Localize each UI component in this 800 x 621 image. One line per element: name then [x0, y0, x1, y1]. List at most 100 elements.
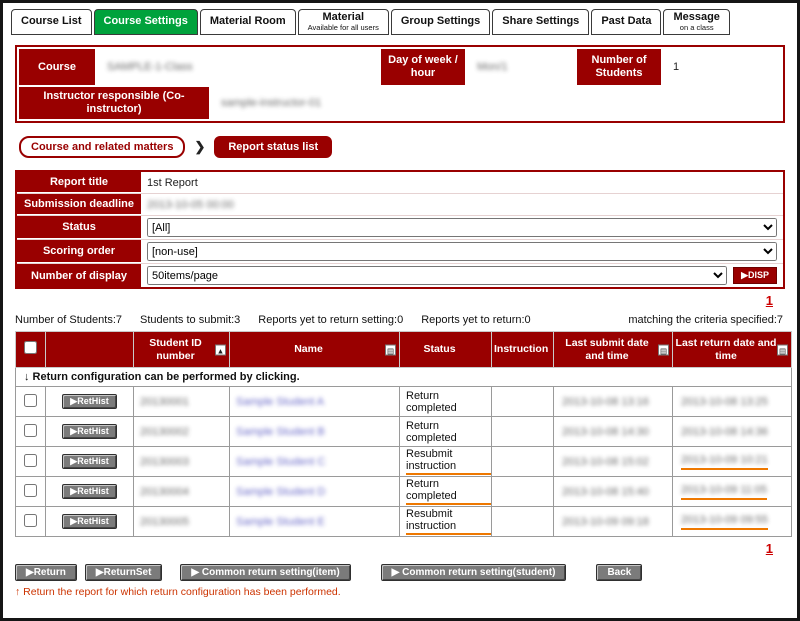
rethist-button[interactable]: ▶RetHist — [62, 394, 116, 409]
row-checkbox[interactable] — [24, 394, 37, 407]
row-checkbox-cell — [16, 477, 46, 507]
report-status-list-button[interactable]: Report status list — [214, 136, 332, 158]
header-name[interactable]: Name▤ — [230, 332, 400, 368]
return-footnote: ↑ Return the report for which return con… — [15, 586, 797, 598]
tab-label: Group Settings — [401, 16, 480, 28]
instructor-value: sample-instructor-01 — [221, 97, 321, 109]
instruction-cell — [492, 477, 554, 507]
row-checkbox[interactable] — [24, 424, 37, 437]
tab-past-data[interactable]: Past Data — [591, 9, 661, 35]
header-last-return[interactable]: Last return date and time▤ — [673, 332, 792, 368]
page-link[interactable]: 1 — [766, 293, 773, 308]
last-return-cell: 2013-10-09 09:55 — [673, 507, 792, 537]
report-status-table: Student ID number▲ Name▤ Status Instruct… — [15, 331, 792, 537]
status-cell[interactable]: Return completed — [400, 387, 492, 417]
status-cell[interactable]: Return completed — [400, 417, 492, 447]
last-return-cell: 2013-10-09 10:21 — [673, 447, 792, 477]
name-cell: Sample Student B — [230, 417, 400, 447]
student-id-cell: 20130003 — [134, 447, 230, 477]
student-name-link[interactable]: Sample Student C — [236, 456, 325, 468]
last-return-cell: 2013-10-08 14:36 — [673, 417, 792, 447]
sort-icon[interactable]: ▤ — [385, 344, 396, 355]
summary-yet-return-setting: Reports yet to return setting:0 — [258, 314, 403, 326]
common-return-setting-student-button[interactable]: ▶ Common return setting(student) — [381, 564, 567, 581]
name-cell: Sample Student D — [230, 477, 400, 507]
row-checkbox-cell — [16, 507, 46, 537]
rethist-button[interactable]: ▶RetHist — [62, 484, 116, 499]
tab-message[interactable]: Message on a class — [663, 9, 729, 35]
status-text: Return completed — [406, 390, 457, 414]
page-link[interactable]: 1 — [766, 541, 773, 556]
rethist-button[interactable]: ▶RetHist — [62, 454, 116, 469]
status-cell[interactable]: Resubmit instruction — [400, 507, 492, 537]
breadcrumb: Course and related matters ❯ Report stat… — [19, 136, 797, 158]
number-of-students-label: Number of Students — [577, 49, 661, 85]
student-name-link[interactable]: Sample Student A — [236, 396, 324, 408]
last-return-text: 2013-10-08 13:25 — [681, 396, 768, 408]
table-row: ▶RetHist 20130001 Sample Student A Retur… — [16, 387, 792, 417]
rethist-button[interactable]: ▶RetHist — [62, 424, 116, 439]
student-name-link[interactable]: Sample Student B — [236, 426, 325, 438]
scoring-order-cell: [non-use] — [141, 240, 783, 263]
header-status: Status — [400, 332, 492, 368]
tab-material[interactable]: Material Available for all users — [298, 9, 389, 35]
common-return-setting-item-button[interactable]: ▶ Common return setting(item) — [180, 564, 350, 581]
status-cell[interactable]: Return completed — [400, 477, 492, 507]
course-value: SAMPLE-1-Class — [107, 61, 193, 73]
student-id: 20130002 — [140, 426, 189, 438]
status-filter-row: Status [All] — [17, 216, 783, 240]
student-id: 20130004 — [140, 486, 189, 498]
status-text: Return completed — [406, 420, 457, 444]
header-student-id[interactable]: Student ID number▲ — [134, 332, 230, 368]
instructor-label: Instructor responsible (Co-instructor) — [19, 87, 209, 119]
course-related-matters-button[interactable]: Course and related matters — [19, 136, 185, 158]
course-info-box: Course SAMPLE-1-Class Day of week / hour… — [15, 45, 785, 123]
header-last-return-label: Last return date and time — [676, 337, 777, 362]
tab-course-settings[interactable]: Course Settings — [94, 9, 198, 35]
row-checkbox[interactable] — [24, 484, 37, 497]
disp-button[interactable]: ▶DISP — [733, 267, 777, 284]
summary-students-to-submit: Students to submit:3 — [140, 314, 240, 326]
name-cell: Sample Student C — [230, 447, 400, 477]
header-last-submit[interactable]: Last submit date and time ▤ — [554, 332, 673, 368]
returnset-button[interactable]: ▶ReturnSet — [85, 564, 162, 581]
rethist-cell: ▶RetHist — [46, 477, 134, 507]
sort-asc-icon[interactable]: ▲ — [215, 344, 226, 355]
summary-yet-return: Reports yet to return:0 — [421, 314, 530, 326]
status-cell[interactable]: Resubmit instruction — [400, 447, 492, 477]
summary-matching-criteria: matching the criteria specified:7 — [628, 314, 783, 326]
row-checkbox[interactable] — [24, 514, 37, 527]
return-config-note: ↓ Return configuration can be performed … — [16, 368, 792, 387]
row-checkbox[interactable] — [24, 454, 37, 467]
student-name-link[interactable]: Sample Student D — [236, 486, 325, 498]
tab-material-room[interactable]: Material Room — [200, 9, 296, 35]
sort-icon[interactable]: ▤ — [777, 344, 788, 355]
table-header-row: Student ID number▲ Name▤ Status Instruct… — [16, 332, 792, 368]
name-cell: Sample Student A — [230, 387, 400, 417]
submission-deadline-label: Submission deadline — [17, 194, 141, 215]
status-select[interactable]: [All] — [147, 218, 777, 237]
tab-share-settings[interactable]: Share Settings — [492, 9, 589, 35]
return-button[interactable]: ▶Return — [15, 564, 77, 581]
scoring-order-select[interactable]: [non-use] — [147, 242, 777, 261]
tab-course-list[interactable]: Course List — [11, 9, 92, 35]
student-name-link[interactable]: Sample Student E — [236, 516, 325, 528]
last-return-wrap: 2013-10-09 10:21 — [681, 454, 768, 470]
number-of-display-cell: 50items/page ▶DISP — [141, 264, 783, 287]
number-of-display-select[interactable]: 50items/page — [147, 266, 727, 285]
day-of-week-value-cell: Mon/1 — [467, 49, 575, 85]
tab-group-settings[interactable]: Group Settings — [391, 9, 490, 35]
last-return-text: 2013-10-08 14:36 — [681, 426, 768, 438]
rethist-cell: ▶RetHist — [46, 387, 134, 417]
header-last-submit-label: Last submit date and time — [565, 337, 648, 362]
last-submit-text: 2013-10-08 14:30 — [562, 426, 649, 438]
back-button[interactable]: Back — [596, 564, 642, 581]
rethist-cell: ▶RetHist — [46, 447, 134, 477]
scoring-order-label: Scoring order — [17, 240, 141, 263]
last-return-text: 2013-10-09 10:21 — [681, 454, 768, 466]
sort-icon[interactable]: ▤ — [658, 344, 669, 355]
select-all-checkbox[interactable] — [24, 341, 37, 354]
rethist-button[interactable]: ▶RetHist — [62, 514, 116, 529]
day-of-week-value: Mon/1 — [477, 61, 508, 73]
student-id-cell: 20130004 — [134, 477, 230, 507]
